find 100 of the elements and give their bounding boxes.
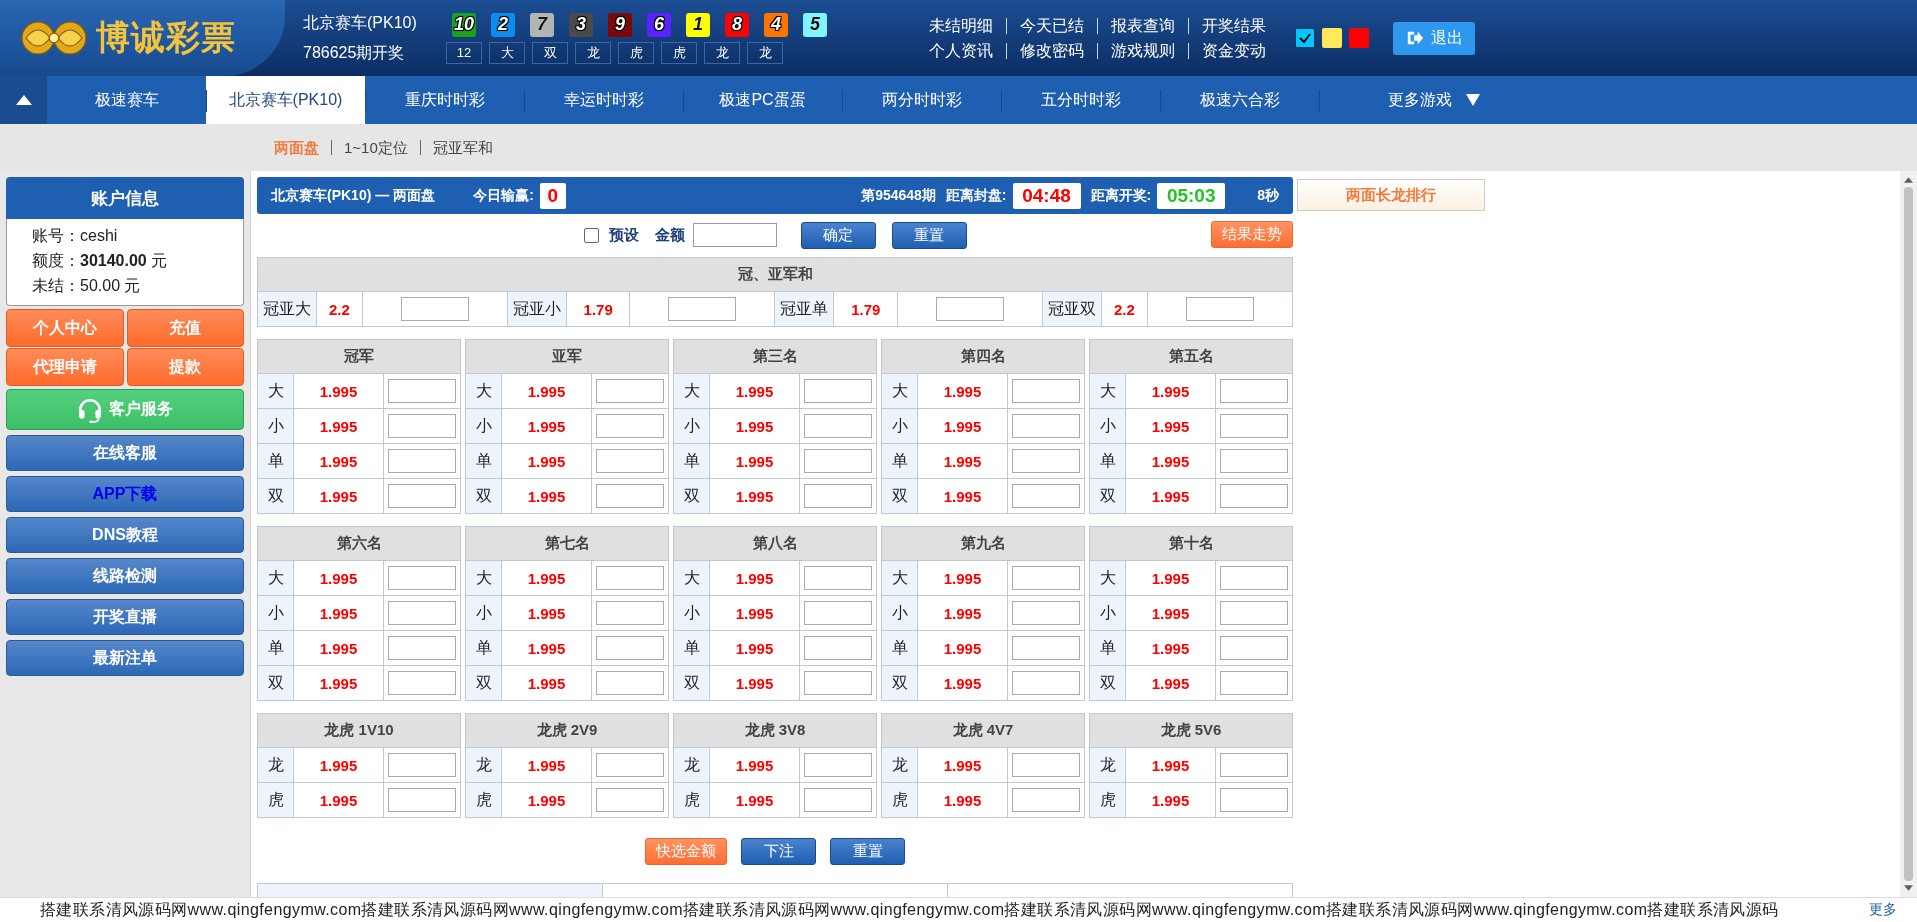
form-button[interactable]: 重置	[891, 221, 967, 249]
sidebar-button[interactable]: 在线客服	[6, 435, 244, 471]
sidebar-button[interactable]: 最新注单	[6, 640, 244, 676]
bet-amount-field[interactable]	[804, 636, 872, 660]
header-link[interactable]: 资金变动	[1188, 42, 1279, 59]
game-tab[interactable]: 更多游戏	[1319, 76, 1549, 124]
bet-amount-field[interactable]	[804, 601, 872, 625]
bet-amount-field[interactable]	[804, 788, 872, 812]
bet-amount-field[interactable]	[1012, 566, 1080, 590]
collapse-button[interactable]	[0, 76, 47, 124]
odds-value: 1.995	[501, 630, 592, 666]
bet-amount-field[interactable]	[1012, 636, 1080, 660]
bet-amount-field[interactable]	[1220, 601, 1288, 625]
header-link[interactable]: 个人资讯	[929, 42, 1006, 59]
game-tab[interactable]: 重庆时时彩	[365, 76, 524, 124]
game-tab[interactable]: 两分时时彩	[842, 76, 1001, 124]
bet-amount-field[interactable]	[1012, 379, 1080, 403]
bet-amount-field[interactable]	[596, 379, 664, 403]
bet-amount-field[interactable]	[804, 671, 872, 695]
bet-amount-field[interactable]	[388, 484, 456, 508]
bet-amount-field[interactable]	[388, 753, 456, 777]
table-title: 冠、亚军和	[257, 257, 1293, 292]
bet-amount-field[interactable]	[388, 636, 456, 660]
theme-swatch[interactable]	[1295, 28, 1315, 48]
bet-amount-field[interactable]	[388, 379, 456, 403]
play-tab[interactable]: 冠亚军和	[419, 140, 505, 155]
bet-amount-field[interactable]	[804, 484, 872, 508]
bet-amount-field[interactable]	[1220, 449, 1288, 473]
amount-field[interactable]	[692, 223, 777, 247]
sidebar-button[interactable]: 开奖直播	[6, 599, 244, 635]
bet-amount-field[interactable]	[1220, 379, 1288, 403]
odds-value: 1.995	[917, 443, 1008, 479]
odds-value: 1.995	[293, 408, 384, 444]
header-link[interactable]: 今天已结	[1006, 17, 1097, 34]
bet-amount-field[interactable]	[668, 297, 737, 321]
bet-amount-field[interactable]	[804, 414, 872, 438]
bet-label: 虎	[881, 782, 918, 818]
bet-amount-field[interactable]	[1012, 753, 1080, 777]
scroll-down-icon[interactable]	[1904, 885, 1913, 891]
bet-amount-field[interactable]	[596, 484, 664, 508]
bet-amount-field[interactable]	[596, 414, 664, 438]
bet-amount-field[interactable]	[804, 753, 872, 777]
scrollbar[interactable]	[1900, 171, 1917, 897]
bet-amount-field[interactable]	[1012, 601, 1080, 625]
game-tab[interactable]: 极速PC蛋蛋	[683, 76, 842, 124]
bet-amount-field[interactable]	[936, 297, 1004, 321]
theme-swatch[interactable]	[1349, 28, 1369, 48]
odds-value: 1.995	[501, 595, 592, 631]
game-tab[interactable]: 幸运时时彩	[524, 76, 683, 124]
header-link[interactable]: 报表查询	[1097, 17, 1188, 34]
bet-amount-field[interactable]	[596, 788, 664, 812]
bet-amount-field[interactable]	[388, 601, 456, 625]
bet-amount-field[interactable]	[388, 671, 456, 695]
form-button[interactable]: 确定	[800, 221, 876, 249]
bet-amount-field[interactable]	[804, 449, 872, 473]
bet-amount-field[interactable]	[596, 753, 664, 777]
bet-amount-field[interactable]	[1012, 788, 1080, 812]
bet-amount-field[interactable]	[388, 566, 456, 590]
theme-swatch[interactable]	[1322, 28, 1342, 48]
preset-checkbox[interactable]	[583, 227, 599, 243]
sidebar-button[interactable]: 线路检测	[6, 558, 244, 594]
bet-amount-field[interactable]	[596, 671, 664, 695]
play-tab[interactable]: 1~10定位	[331, 140, 420, 155]
bet-amount-field[interactable]	[388, 788, 456, 812]
bet-amount-field[interactable]	[1220, 484, 1288, 508]
bet-amount-field[interactable]	[1012, 484, 1080, 508]
bet-amount-field[interactable]	[1220, 753, 1288, 777]
bet-amount-field[interactable]	[388, 449, 456, 473]
bet-amount-field[interactable]	[1220, 566, 1288, 590]
bet-amount-field[interactable]	[804, 379, 872, 403]
bet-amount-field[interactable]	[596, 636, 664, 660]
bet-amount-field[interactable]	[1012, 414, 1080, 438]
action-button[interactable]: 重置	[830, 838, 905, 865]
more-link[interactable]: 更多	[1869, 901, 1897, 919]
header-link[interactable]: 游戏规则	[1097, 42, 1188, 59]
bet-amount-field[interactable]	[388, 414, 456, 438]
game-tab[interactable]: 五分时时彩	[1001, 76, 1160, 124]
bet-amount-field[interactable]	[1220, 788, 1288, 812]
game-tab[interactable]: 北京赛车(PK10)	[206, 76, 365, 124]
bet-amount-field[interactable]	[596, 601, 664, 625]
game-tab[interactable]: 极速赛车	[47, 76, 206, 124]
bet-amount-field[interactable]	[804, 566, 872, 590]
bet-label: 大	[1089, 560, 1126, 596]
bet-amount-field[interactable]	[596, 566, 664, 590]
header-link[interactable]: 未结明细	[929, 17, 1006, 34]
bet-amount-field[interactable]	[1012, 671, 1080, 695]
odds-value: 1.995	[1125, 478, 1216, 514]
bet-amount-field[interactable]	[1220, 671, 1288, 695]
scroll-up-icon[interactable]	[1904, 177, 1913, 183]
game-tab[interactable]: 极速六合彩	[1160, 76, 1319, 124]
bet-amount-field[interactable]	[596, 449, 664, 473]
bet-amount-field[interactable]	[1185, 297, 1254, 321]
sidebar-button[interactable]: DNS教程	[6, 517, 244, 553]
action-button[interactable]: 下注	[741, 838, 816, 865]
bet-amount-field[interactable]	[1220, 636, 1288, 660]
header-link[interactable]: 修改密码	[1006, 42, 1097, 59]
bet-amount-field[interactable]	[400, 297, 469, 321]
header-link[interactable]: 开奖结果	[1188, 17, 1279, 34]
bet-amount-field[interactable]	[1012, 449, 1080, 473]
bet-amount-field[interactable]	[1220, 414, 1288, 438]
